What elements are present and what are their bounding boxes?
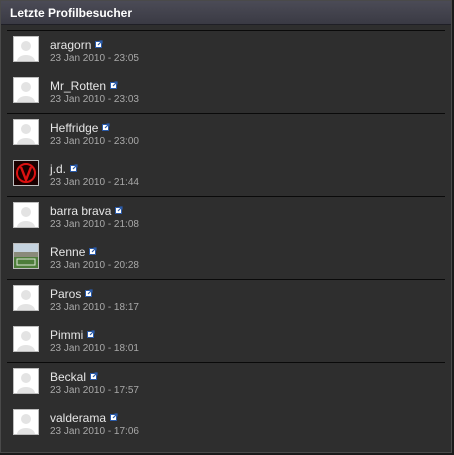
visit-timestamp: 23 Jan 2010 - 17:57 bbox=[50, 385, 139, 396]
external-link-icon[interactable] bbox=[110, 78, 118, 89]
visit-timestamp: 23 Jan 2010 - 18:17 bbox=[50, 302, 139, 313]
visitor-group: Beckal 23 Jan 2010 - 17:57 valderama 23 Jan… bbox=[7, 362, 445, 445]
visitor-name-line: Heffridge bbox=[50, 120, 111, 135]
visitor-group: aragorn 23 Jan 2010 - 23:05 Mr_Rotten 23 Ja… bbox=[7, 30, 445, 113]
visit-timestamp: 23 Jan 2010 - 21:44 bbox=[50, 177, 139, 188]
visit-timestamp: 23 Jan 2010 - 23:03 bbox=[50, 94, 139, 105]
avatar[interactable] bbox=[13, 202, 39, 228]
visitor-row: Paros 23 Jan 2010 - 18:17 bbox=[7, 280, 445, 321]
panel-title: Letzte Profilbesucher bbox=[1, 1, 451, 25]
visitor-name-link[interactable]: Heffridge bbox=[50, 121, 98, 135]
visitor-group: barra brava 23 Jan 2010 - 21:08 Renne 23 Ja… bbox=[7, 196, 445, 279]
visitor-name-link[interactable]: valderama bbox=[50, 411, 106, 425]
avatar[interactable] bbox=[13, 160, 39, 186]
external-link-icon[interactable] bbox=[95, 37, 103, 48]
visitor-group: Heffridge 23 Jan 2010 - 23:00 j.d. 23 Jan 2… bbox=[7, 113, 445, 196]
visitor-name-line: Pimmi bbox=[50, 327, 95, 342]
avatar[interactable] bbox=[13, 409, 39, 435]
external-link-icon[interactable] bbox=[87, 327, 95, 338]
visit-timestamp: 23 Jan 2010 - 23:00 bbox=[50, 136, 139, 147]
visitor-name-line: Paros bbox=[50, 286, 93, 301]
avatar[interactable] bbox=[13, 119, 39, 145]
visitor-name-line: Beckal bbox=[50, 369, 98, 384]
visitor-row: Beckal 23 Jan 2010 - 17:57 bbox=[7, 363, 445, 404]
visitor-list: aragorn 23 Jan 2010 - 23:05 Mr_Rotten 23 Ja… bbox=[1, 25, 451, 445]
visit-timestamp: 23 Jan 2010 - 17:06 bbox=[50, 426, 139, 437]
external-link-icon[interactable] bbox=[110, 410, 118, 421]
visitor-name-link[interactable]: barra brava bbox=[50, 204, 111, 218]
visit-timestamp: 23 Jan 2010 - 20:28 bbox=[50, 260, 139, 271]
visitor-name-link[interactable]: Paros bbox=[50, 287, 81, 301]
visitor-name-link[interactable]: Beckal bbox=[50, 370, 86, 384]
external-link-icon[interactable] bbox=[90, 369, 98, 380]
external-link-icon[interactable] bbox=[85, 286, 93, 297]
avatar[interactable] bbox=[13, 326, 39, 352]
visitor-name-line: Mr_Rotten bbox=[50, 78, 118, 93]
external-link-icon[interactable] bbox=[70, 161, 78, 172]
avatar[interactable] bbox=[13, 243, 39, 269]
visitor-name-link[interactable]: Renne bbox=[50, 245, 85, 259]
avatar[interactable] bbox=[13, 285, 39, 311]
visitor-row: Pimmi 23 Jan 2010 - 18:01 bbox=[7, 321, 445, 362]
visitor-row: aragorn 23 Jan 2010 - 23:05 bbox=[7, 31, 445, 72]
visitor-row: Renne 23 Jan 2010 - 20:28 bbox=[7, 238, 445, 279]
visitor-name-line: aragorn bbox=[50, 37, 103, 52]
visitor-row: Heffridge 23 Jan 2010 - 23:00 bbox=[7, 114, 445, 155]
visitor-name-line: barra brava bbox=[50, 203, 123, 218]
visitor-row: Mr_Rotten 23 Jan 2010 - 23:03 bbox=[7, 72, 445, 113]
external-link-icon[interactable] bbox=[115, 203, 123, 214]
external-link-icon[interactable] bbox=[89, 244, 97, 255]
visitor-name-line: valderama bbox=[50, 410, 118, 425]
avatar[interactable] bbox=[13, 368, 39, 394]
visitor-name-link[interactable]: Pimmi bbox=[50, 328, 83, 342]
visitor-row: valderama 23 Jan 2010 - 17:06 bbox=[7, 404, 445, 445]
visit-timestamp: 23 Jan 2010 - 18:01 bbox=[50, 343, 139, 354]
visitor-name-link[interactable]: Mr_Rotten bbox=[50, 79, 106, 93]
visitor-name-link[interactable]: j.d. bbox=[50, 162, 66, 176]
visit-timestamp: 23 Jan 2010 - 23:05 bbox=[50, 53, 139, 64]
visitor-row: barra brava 23 Jan 2010 - 21:08 bbox=[7, 197, 445, 238]
visitor-row: j.d. 23 Jan 2010 - 21:44 bbox=[7, 155, 445, 196]
external-link-icon[interactable] bbox=[102, 120, 111, 131]
avatar[interactable] bbox=[13, 36, 39, 62]
visitor-name-line: Renne bbox=[50, 244, 97, 259]
visitor-name-line: j.d. bbox=[50, 161, 78, 176]
profile-visitors-panel: Letzte Profilbesucher aragorn 23 Jan 2010… bbox=[0, 0, 452, 453]
visit-timestamp: 23 Jan 2010 - 21:08 bbox=[50, 219, 139, 230]
visitor-group: Paros 23 Jan 2010 - 18:17 Pimmi 23 Jan 2010… bbox=[7, 279, 445, 362]
visitor-name-link[interactable]: aragorn bbox=[50, 38, 91, 52]
avatar[interactable] bbox=[13, 77, 39, 103]
